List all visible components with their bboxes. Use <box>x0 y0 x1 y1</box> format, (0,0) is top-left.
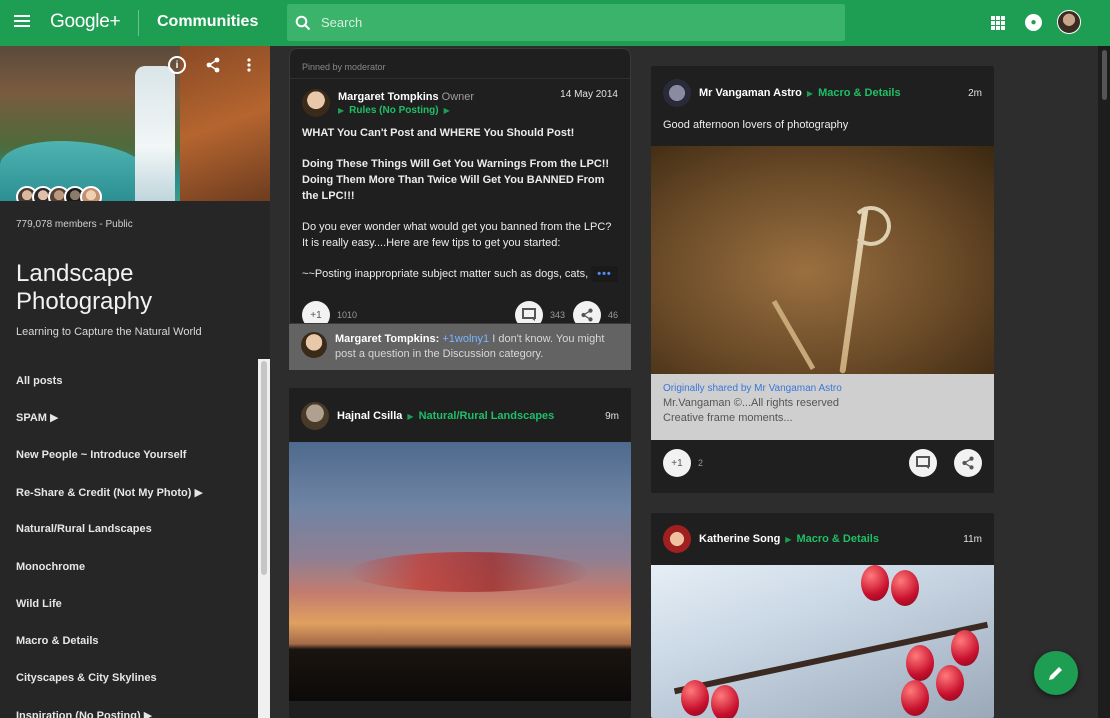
sidebar-scrollbar[interactable] <box>258 359 270 718</box>
page-scrollbar[interactable] <box>1098 46 1110 718</box>
author-role: Owner <box>441 91 475 103</box>
post-category[interactable]: Natural/Rural Landscapes <box>419 410 555 422</box>
plus-one-button[interactable]: +1 <box>663 449 691 477</box>
arrow-right-icon: ▶ <box>338 106 345 115</box>
plus-one-button[interactable]: +1 <box>302 301 330 323</box>
share-count: 46 <box>607 310 618 320</box>
nav-item-all-posts[interactable]: All posts <box>0 362 258 399</box>
expand-post-button[interactable]: ••• <box>591 266 618 282</box>
post-author[interactable]: Mr Vangaman Astro <box>699 87 802 99</box>
post-text: WHAT You Can't Post and WHERE You Should… <box>302 127 575 139</box>
more-vert-icon[interactable] <box>240 56 258 74</box>
community-name: Landscape Photography <box>16 260 153 315</box>
shared-text: Creative frame moments... <box>663 412 793 424</box>
plus-one-count: 2 <box>698 458 704 468</box>
post-category[interactable]: Rules (No Posting) <box>349 105 438 116</box>
post-author[interactable]: Hajnal Csilla <box>337 410 402 422</box>
post-card: Mr Vangaman Astro ▶ Macro & Details 2m G… <box>651 66 994 493</box>
post-text: Doing These Things Will Get You Warnings… <box>302 158 610 202</box>
share-icon[interactable] <box>572 301 601 323</box>
plus-one-count: 1010 <box>337 310 358 320</box>
share-icon[interactable] <box>204 56 222 74</box>
comment-icon[interactable] <box>909 449 937 477</box>
post-date[interactable]: 14 May 2014 <box>560 89 618 100</box>
post-text: Do you ever wonder what would get you ba… <box>302 221 612 249</box>
menu-icon[interactable] <box>14 15 30 29</box>
community-tagline: Learning to Capture the Natural World <box>16 326 202 338</box>
nav-item-new-people[interactable]: New People ~ Introduce Yourself <box>0 436 258 473</box>
member-count: 779,078 members - Public <box>16 219 133 230</box>
google-plus-logo[interactable]: Google+ <box>50 11 121 33</box>
arrow-right-icon: ▶ <box>443 106 450 115</box>
nav-item-monochrome[interactable]: Monochrome <box>0 548 258 585</box>
apps-icon[interactable] <box>991 16 1005 30</box>
member-avatars[interactable] <box>16 186 102 201</box>
post-text: ~~Posting inappropriate subject matter s… <box>302 268 589 280</box>
info-icon[interactable]: i <box>168 56 186 74</box>
community-cover-photo: i <box>0 46 270 201</box>
post-photo[interactable] <box>651 565 994 718</box>
comment-preview[interactable]: Margaret Tompkins: +1wolny1 I don't know… <box>289 324 631 370</box>
nav-item-wild-life[interactable]: Wild Life <box>0 585 258 622</box>
share-icon[interactable] <box>954 449 982 477</box>
avatar[interactable] <box>302 89 330 117</box>
scrollbar-thumb[interactable] <box>261 361 267 575</box>
post-card: Hajnal Csilla ▶ Natural/Rural Landscapes… <box>289 388 631 718</box>
nav-item-macro-details[interactable]: Macro & Details <box>0 622 258 659</box>
post-author[interactable]: Margaret Tompkins <box>338 91 439 103</box>
search-input[interactable] <box>321 15 821 30</box>
shared-text: Mr.Vangaman ©...All rights reserved <box>663 397 840 409</box>
arrow-right-icon: ▶ <box>407 411 414 421</box>
comment-author[interactable]: Margaret Tompkins: <box>335 333 439 345</box>
category-nav: All posts SPAM ▶ New People ~ Introduce … <box>0 362 258 718</box>
avatar[interactable] <box>301 332 327 358</box>
nav-item-reshare-credit[interactable]: Re-Share & Credit (Not My Photo) ▶ <box>0 474 258 511</box>
header-divider <box>138 10 139 36</box>
nav-item-natural-rural[interactable]: Natural/Rural Landscapes <box>0 511 258 548</box>
post-category[interactable]: Macro & Details <box>796 533 879 545</box>
arrow-right-icon: ▶ <box>806 88 814 98</box>
post-author[interactable]: Katherine Song <box>699 533 780 545</box>
top-bar: Google+ Communities ● <box>0 0 1110 46</box>
post-text: Good afternoon lovers of photography <box>663 119 849 131</box>
post-photo[interactable] <box>289 442 631 701</box>
bell-icon[interactable]: ● <box>1025 14 1042 31</box>
avatar <box>80 186 102 201</box>
community-sidebar: i 779,078 members - Public Landscape Pho… <box>0 46 270 718</box>
shared-post-box[interactable]: Originally shared by Mr Vangaman Astro M… <box>651 374 994 440</box>
user-avatar[interactable] <box>1057 10 1081 34</box>
search-bar[interactable] <box>287 4 845 41</box>
post-time[interactable]: 9m <box>605 411 619 422</box>
post-time[interactable]: 2m <box>968 88 982 99</box>
scrollbar-thumb[interactable] <box>1102 50 1107 100</box>
post-category[interactable]: Macro & Details <box>818 87 901 99</box>
arrow-right-icon: ▶ <box>785 534 792 544</box>
comment-mention[interactable]: +1wolny1 <box>442 333 489 345</box>
pinned-label: Pinned by moderator <box>290 49 630 79</box>
nav-item-cityscapes[interactable]: Cityscapes & City Skylines <box>0 660 258 697</box>
post-time[interactable]: 11m <box>963 534 982 545</box>
section-title[interactable]: Communities <box>157 13 258 31</box>
original-share-link[interactable]: Originally shared by Mr Vangaman Astro <box>663 383 982 394</box>
pinned-post-card: Pinned by moderator Margaret Tompkins Own… <box>289 48 631 324</box>
nav-item-inspiration[interactable]: Inspiration (No Posting) ▶ <box>0 697 258 718</box>
avatar[interactable] <box>301 402 329 430</box>
search-icon <box>295 15 311 30</box>
post-card: Katherine Song ▶ Macro & Details 11m <box>651 513 994 718</box>
comment-icon[interactable] <box>514 301 543 323</box>
comment-count: 343 <box>549 310 565 320</box>
post-photo[interactable] <box>651 146 994 374</box>
avatar[interactable] <box>663 79 691 107</box>
nav-item-spam[interactable]: SPAM ▶ <box>0 399 258 436</box>
avatar[interactable] <box>663 525 691 553</box>
pencil-icon[interactable] <box>1034 651 1078 695</box>
